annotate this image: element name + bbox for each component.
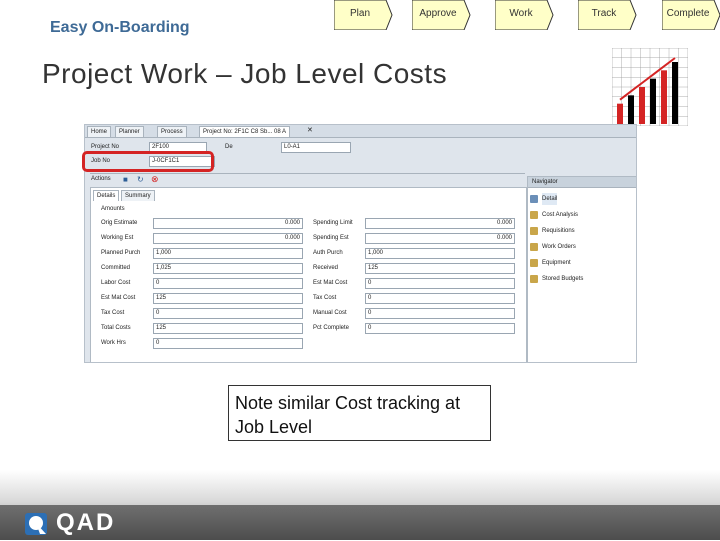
navigator-item[interactable]: Work Orders	[530, 241, 576, 253]
left-amount-label: Committed	[101, 265, 131, 271]
step-approve: Approve	[412, 0, 471, 30]
chart-bar	[672, 62, 678, 124]
left-amount-label: Tax Cost	[101, 310, 125, 316]
step-work: Work	[495, 0, 554, 30]
right-amount-label: Auth Purch	[313, 250, 343, 256]
save-icon[interactable]: ■	[123, 175, 128, 184]
qad-logo-icon	[24, 512, 50, 541]
navigator-item-icon	[530, 275, 538, 283]
right-amount-label: Spending Limit	[313, 220, 353, 226]
tab-bar: Home Planner Process Project No: 2F1C C8…	[85, 125, 636, 138]
left-amount-field[interactable]: 0.000	[153, 233, 303, 244]
right-amount-field[interactable]: 125	[365, 263, 515, 274]
page-title: Project Work – Job Level Costs	[42, 58, 448, 89]
right-amount-field[interactable]: 0	[365, 293, 515, 304]
step-track: Track	[578, 0, 637, 30]
chart-bar	[628, 95, 634, 124]
tab-home[interactable]: Home	[87, 126, 112, 137]
tab-summary[interactable]: Summary	[121, 190, 155, 201]
left-amount-field[interactable]: 125	[153, 293, 303, 304]
growth-chart-icon	[611, 47, 689, 127]
navigator-item-label: Detail	[542, 196, 558, 202]
job-no-highlight	[82, 151, 214, 172]
step-plan: Plan	[334, 0, 393, 30]
navigator-item-label: Equipment	[542, 260, 571, 266]
description-label: De	[225, 144, 233, 150]
left-amount-label: Working Est	[101, 235, 134, 241]
navigator-item[interactable]: Cost Analysis	[530, 209, 579, 221]
left-amount-label: Planned Purch	[101, 250, 141, 256]
right-amount-field[interactable]: 0	[365, 308, 515, 319]
left-amount-field[interactable]: 1,000	[153, 248, 303, 259]
left-amount-label: Total Costs	[101, 325, 131, 331]
tab-details[interactable]: Details	[93, 190, 120, 201]
left-amount-label: Labor Cost	[101, 280, 131, 286]
left-amount-field[interactable]: 1,025	[153, 263, 303, 274]
callout-note: Note similar Cost tracking at Job Level	[228, 385, 491, 441]
left-amount-field[interactable]: 0	[153, 308, 303, 319]
right-amount-field[interactable]: 0	[365, 278, 515, 289]
navigator-item-icon	[530, 227, 538, 235]
navigator-item-label: Work Orders	[542, 244, 576, 250]
chart-bar	[650, 78, 656, 124]
close-tab-icon[interactable]: ✕	[307, 126, 313, 134]
right-amount-label: Spending Est	[313, 235, 349, 241]
qad-logo-text: QAD	[56, 509, 116, 536]
details-panel: Details Summary Amounts Orig Estimate 0.0…	[90, 187, 527, 362]
step-track-label: Track	[591, 8, 617, 19]
navigator-item[interactable]: Detail	[530, 193, 558, 205]
brand-title: Easy On-Boarding	[50, 19, 190, 36]
navigator-item-icon	[530, 259, 538, 267]
navigator-item[interactable]: Requisitions	[530, 225, 575, 237]
description-field[interactable]: L0-A1	[281, 142, 351, 153]
navigator-item-label: Cost Analysis	[542, 212, 579, 218]
navigator-item-label: Requisitions	[542, 228, 575, 234]
navigator-header: Navigator	[532, 179, 558, 185]
left-amount-field[interactable]: 125	[153, 323, 303, 334]
step-work-label: Work	[509, 8, 533, 19]
navigator-item-label: Stored Budgets	[542, 276, 584, 282]
right-amount-label: Received	[313, 265, 339, 271]
tab-process[interactable]: Process	[157, 126, 187, 137]
navigator-item-icon	[530, 243, 538, 251]
navigator-item-icon	[530, 211, 538, 219]
tab-planner[interactable]: Planner	[115, 126, 144, 137]
navigator-panel: Navigator Detail Cost Analysis Requisition…	[527, 176, 636, 362]
refresh-icon[interactable]: ↻	[137, 175, 144, 184]
right-amount-field[interactable]: 0	[365, 323, 515, 334]
step-complete-label: Complete	[666, 8, 710, 19]
navigator-item[interactable]: Equipment	[530, 257, 571, 269]
step-plan-label: Plan	[349, 8, 370, 19]
left-amount-field[interactable]: 0.000	[153, 218, 303, 229]
right-amount-field[interactable]: 0.000	[365, 233, 515, 244]
left-amount-label: Est Mat Cost	[101, 295, 136, 301]
chart-bar	[617, 103, 623, 124]
right-amount-label: Manual Cost	[313, 310, 347, 316]
right-amount-label: Pct Complete	[313, 325, 350, 331]
tab-project[interactable]: Project No: 2F1C C8 Sb... 08 A	[199, 126, 291, 137]
amounts-section-label: Amounts	[101, 206, 125, 212]
right-amount-field[interactable]: 1,000	[365, 248, 515, 259]
left-amount-label: Orig Estimate	[101, 220, 138, 226]
left-amount-field[interactable]: 0	[153, 338, 303, 349]
chart-bar	[661, 70, 667, 124]
left-amount-field[interactable]: 0	[153, 278, 303, 289]
right-amount-label: Tax Cost	[313, 295, 337, 301]
chart-bar	[639, 87, 645, 124]
right-amount-label: Est Mat Cost	[313, 280, 348, 286]
left-amount-label: Work Hrs	[101, 340, 126, 346]
navigator-item[interactable]: Stored Budgets	[530, 273, 584, 285]
project-no-label: Project No	[91, 144, 120, 150]
right-amount-field[interactable]: 0.000	[365, 218, 515, 229]
navigator-item-icon	[530, 195, 538, 203]
step-complete: Complete	[662, 0, 720, 30]
actions-menu[interactable]: Actions	[91, 176, 111, 182]
step-approve-label: Approve	[419, 8, 457, 19]
delete-icon[interactable]: ⊗	[151, 174, 159, 185]
